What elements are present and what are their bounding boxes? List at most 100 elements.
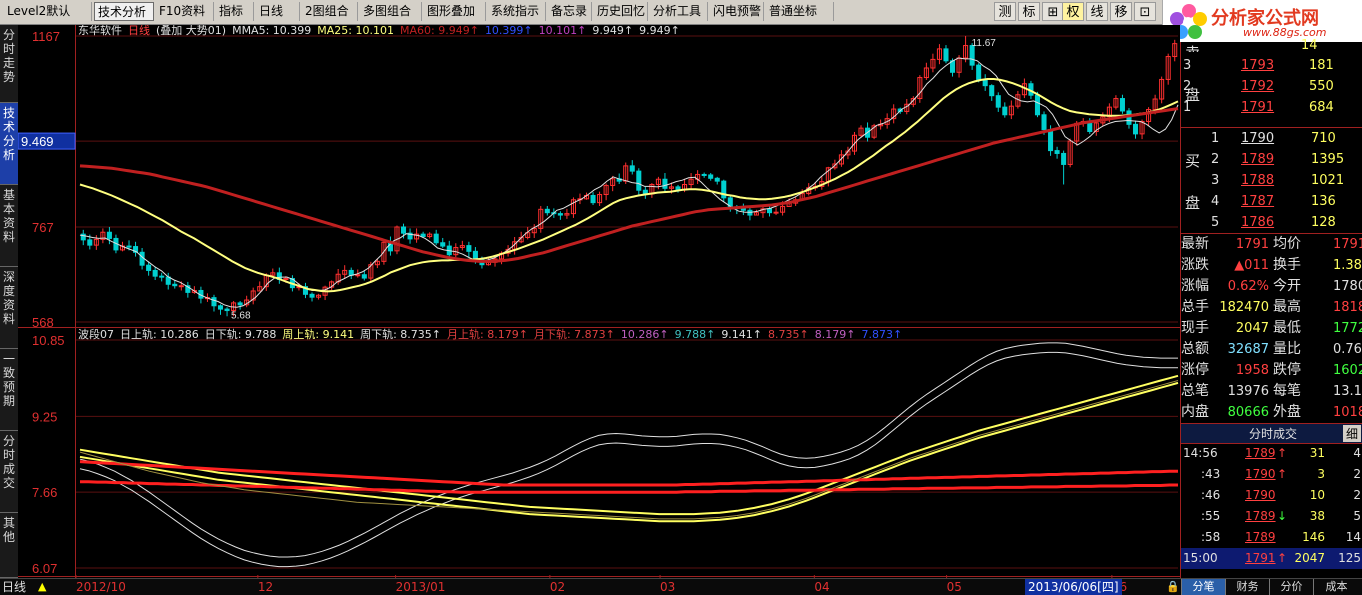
candle-body bbox=[1048, 129, 1054, 152]
toolbar-right-button-5[interactable]: 移 bbox=[1110, 2, 1132, 21]
x-axis-label: 03 bbox=[660, 580, 676, 594]
period-triangle-icon[interactable]: ▲ bbox=[38, 579, 46, 595]
toolbar-right-button-1[interactable]: 标 bbox=[1018, 2, 1040, 21]
toolbar-item-1[interactable]: 技术分析 bbox=[94, 2, 154, 21]
trade-count: 4 bbox=[1353, 446, 1361, 460]
toolbar-item-2[interactable]: F10资料 bbox=[156, 2, 214, 21]
left-tab-3-char-2: 资 bbox=[2, 298, 15, 312]
left-tab-3[interactable]: 深度资料 bbox=[0, 267, 18, 349]
toolbar-item-10[interactable]: 历史回忆 bbox=[594, 2, 648, 21]
toolbar-item-3[interactable]: 指标 bbox=[216, 2, 254, 21]
toolbar-item-12[interactable]: 闪电预警 bbox=[710, 2, 764, 21]
left-tab-4-char-0: 一 bbox=[2, 352, 15, 366]
indicator_chart-header-item: 波段07 bbox=[78, 327, 114, 341]
toolbar-right-button-0[interactable]: 测 bbox=[994, 2, 1016, 21]
toolbar-item-4[interactable]: 日线 bbox=[256, 2, 300, 21]
trade-row[interactable]: :55 1789 ↓ 38 5 bbox=[1181, 506, 1362, 527]
sell-row[interactable]: 1 1791 684 bbox=[1181, 98, 1362, 118]
sell-row[interactable]: 2 1792 550 bbox=[1181, 77, 1362, 97]
main_chart-header-item: 9.949↑ bbox=[592, 25, 633, 37]
stat-row: 总额 32687 量比 0.76 bbox=[1181, 339, 1362, 360]
candle-body bbox=[773, 211, 779, 214]
stat-value: 0.76 bbox=[1333, 342, 1362, 357]
candle-body bbox=[361, 274, 367, 279]
trade-row[interactable]: :43 1790 ↑ 3 2 bbox=[1181, 464, 1362, 485]
sell-side-label: 盘 bbox=[1185, 86, 1201, 104]
candle-body bbox=[1061, 152, 1067, 165]
trade-volume: 146 bbox=[1302, 530, 1325, 544]
left-tab-6[interactable]: 其他 bbox=[0, 513, 18, 578]
main-y-label: 9.469 bbox=[21, 134, 54, 149]
toolbar-item-11[interactable]: 分析工具 bbox=[650, 2, 708, 21]
indicator_chart-header-item: 周上轨: 9.141 bbox=[282, 327, 354, 341]
indicator-y-label: 7.66 bbox=[32, 485, 57, 500]
trade-price: 1790 bbox=[1245, 467, 1276, 481]
chart-area[interactable]: 1167 9.469 767 568 10.85 9.25 7.66 6.07 11.67 5.6… bbox=[18, 25, 1180, 578]
stat-value: 1791 bbox=[1235, 237, 1269, 252]
candle-body bbox=[433, 233, 439, 244]
sell-vol: 181 bbox=[1309, 58, 1334, 73]
bottom-tab-1[interactable]: 财务 bbox=[1225, 579, 1269, 595]
toolbar-item-13[interactable]: 普通坐标 bbox=[766, 2, 834, 21]
toolbar-right-button-4[interactable]: 线 bbox=[1086, 2, 1108, 21]
candle-body bbox=[87, 239, 93, 246]
main-y-label: 767 bbox=[32, 220, 54, 235]
buy-row[interactable]: 5 1786 128 bbox=[1181, 213, 1362, 233]
trade-price: 1789 bbox=[1245, 509, 1276, 523]
toolbar-item-8[interactable]: 系统指示 bbox=[488, 2, 546, 21]
buy-row[interactable]: 4 1787 136 bbox=[1181, 192, 1362, 212]
buy-row[interactable]: 3 1788 1021 bbox=[1181, 171, 1362, 191]
toolbar-item-6[interactable]: 多图组合 bbox=[360, 2, 422, 21]
buy-row[interactable]: 1 1790 710 bbox=[1181, 129, 1362, 149]
left-tab-4[interactable]: 一致预期 bbox=[0, 349, 18, 431]
lock-icon[interactable]: 🔒 bbox=[1166, 579, 1180, 595]
buy-vol: 1395 bbox=[1311, 152, 1345, 167]
buy-row[interactable]: 2 1789 1395 bbox=[1181, 150, 1362, 170]
bottom-tab-2[interactable]: 分价 bbox=[1269, 579, 1313, 595]
stat-label: 最新 bbox=[1181, 236, 1209, 252]
left-tab-4-char-2: 预 bbox=[2, 380, 15, 394]
toolbar-item-5[interactable]: 2图组合 bbox=[302, 2, 358, 21]
trade-count: 125 bbox=[1338, 551, 1361, 565]
trades-detail-button[interactable]: 细 bbox=[1343, 425, 1361, 442]
toolbar-item-0[interactable]: Level2默认 bbox=[4, 2, 92, 21]
trade-row[interactable]: 15:00 1791 ↑ 2047 125 bbox=[1181, 548, 1362, 569]
left-tab-0-char-0: 分 bbox=[2, 28, 15, 42]
left-tab-5-char-1: 时 bbox=[2, 448, 15, 462]
sell-row[interactable]: 3 1793 181 bbox=[1181, 56, 1362, 76]
candle-body bbox=[211, 297, 217, 307]
left-tab-5[interactable]: 分时成交 bbox=[0, 431, 18, 513]
stat-row: 总手 182470 最高 1818 bbox=[1181, 297, 1362, 318]
stat-label: 涨跌 bbox=[1181, 257, 1209, 273]
toolbar-right-button-2[interactable]: ⊞ bbox=[1042, 2, 1064, 21]
trade-row[interactable]: :46 1790 10 2 bbox=[1181, 485, 1362, 506]
bottom-bar: 日线▲2012/10122013/0102030405062013/06/06[… bbox=[0, 578, 1362, 595]
toolbar-right-button-3[interactable]: 权 bbox=[1062, 2, 1084, 21]
left-tab-0-char-1: 时 bbox=[2, 42, 15, 56]
main_chart-header-item: MA60: 9.949↑ bbox=[400, 25, 479, 37]
stat-value: 1791 bbox=[1333, 237, 1362, 252]
buy-price: 1789 bbox=[1241, 152, 1275, 167]
left-tab-0[interactable]: 分时走势 bbox=[0, 25, 18, 103]
candle-body bbox=[708, 174, 714, 179]
toolbar-item-9[interactable]: 备忘录 bbox=[548, 2, 592, 21]
bottom-tab-0[interactable]: 分笔 bbox=[1181, 579, 1225, 595]
bottom-tab-3[interactable]: 成本 bbox=[1313, 579, 1359, 595]
main-y-label: 568 bbox=[32, 315, 54, 330]
trade-row[interactable]: 14:56 1789 ↑ 31 4 bbox=[1181, 443, 1362, 464]
left-tab-1[interactable]: 技术分析 bbox=[0, 103, 18, 185]
buy-vol: 710 bbox=[1311, 131, 1336, 146]
buy-vol: 1021 bbox=[1311, 173, 1345, 188]
toolbar-right-button-6[interactable]: ⊡ bbox=[1134, 2, 1156, 21]
indicator_chart-header-item: 9.788↑ bbox=[675, 328, 716, 341]
main_chart-header-item: MA25: 10.101 bbox=[317, 25, 394, 37]
trade-row[interactable]: :58 1789 146 14 bbox=[1181, 527, 1362, 548]
stat-value: 32687 bbox=[1227, 342, 1269, 357]
stat-label: 跌停 bbox=[1273, 362, 1301, 378]
candle-body bbox=[989, 85, 995, 97]
candle-body bbox=[1132, 123, 1139, 135]
toolbar-item-7[interactable]: 图形叠加 bbox=[424, 2, 486, 21]
trade-price: 1790 bbox=[1245, 488, 1276, 502]
left-tab-2[interactable]: 基本资料 bbox=[0, 185, 18, 267]
left-tab-6-char-1: 他 bbox=[2, 530, 15, 544]
